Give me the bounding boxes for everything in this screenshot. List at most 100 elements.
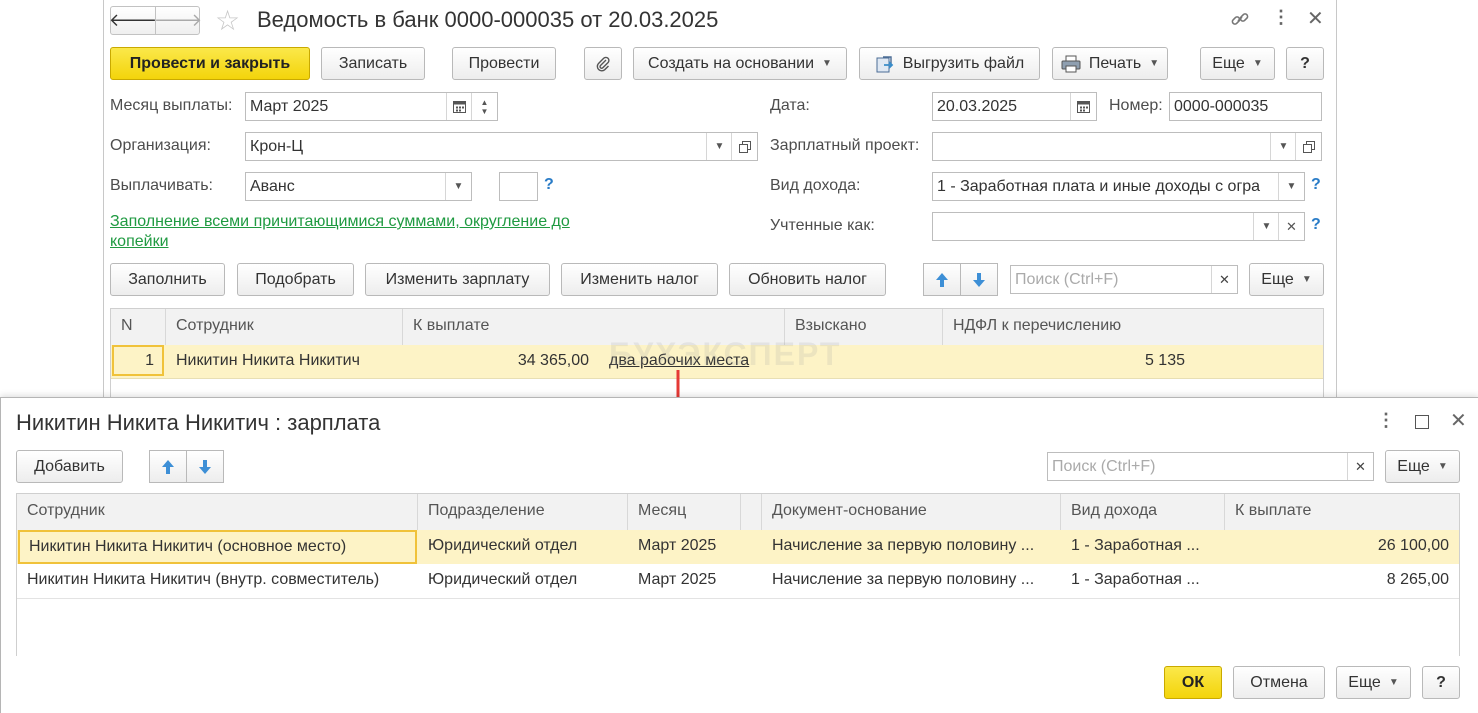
number-field[interactable]: 0000-000035 [1169, 92, 1322, 121]
table-more-button[interactable]: Еще ▼ [1249, 263, 1324, 296]
organization-field[interactable]: Крон-Ц ▼ [245, 132, 758, 161]
more-label: Еще [1348, 673, 1381, 691]
row-n-cell[interactable]: 1 [112, 345, 164, 376]
row-amount-cell[interactable]: 34 365,00 [403, 345, 599, 378]
add-button[interactable]: Добавить [16, 450, 123, 483]
move-up-button[interactable] [923, 263, 961, 296]
cancel-button[interactable]: Отмена [1233, 666, 1325, 699]
attachment-button[interactable] [584, 47, 622, 80]
date-value: 20.03.2025 [937, 98, 1018, 115]
dropdown-chevron-icon[interactable]: ▼ [1278, 173, 1304, 200]
help-button[interactable]: ? [1286, 47, 1324, 80]
table-row[interactable]: Никитин Никита Никитич (основное место) … [17, 530, 1459, 565]
dropdown-chevron-icon[interactable]: ▼ [706, 133, 732, 160]
open-form-icon[interactable] [731, 133, 757, 160]
more-vertical-icon[interactable]: ⋮ [1272, 7, 1290, 28]
change-tax-button[interactable]: Изменить налог [561, 263, 718, 296]
more-vertical-icon[interactable]: ⋮ [1377, 410, 1395, 431]
table-row[interactable]: Никитин Никита Никитич (внутр. совместит… [17, 564, 1459, 599]
export-file-label: Выгрузить файл [902, 54, 1025, 72]
percent-field[interactable] [499, 172, 538, 201]
col-base-doc-header[interactable]: Документ-основание [762, 494, 1061, 530]
clear-search-icon[interactable]: ✕ [1347, 453, 1373, 480]
row-month-cell[interactable]: Март 2025 [628, 564, 741, 598]
pay-field[interactable]: Аванс ▼ [245, 172, 472, 201]
dialog-more-button[interactable]: Еще ▼ [1385, 450, 1460, 483]
clear-icon[interactable]: ✕ [1278, 213, 1304, 240]
fill-all-amounts-link[interactable]: Заполнение всеми причитающимися суммами,… [110, 212, 610, 252]
forward-button[interactable]: 🡒 [154, 7, 202, 34]
open-form-icon[interactable] [1295, 133, 1321, 160]
help-icon[interactable]: ? [1311, 216, 1321, 234]
help-icon[interactable]: ? [544, 176, 554, 194]
more-button[interactable]: Еще ▼ [1200, 47, 1275, 80]
print-button[interactable]: Печать ▼ [1052, 47, 1168, 80]
close-icon[interactable]: ✕ [1450, 408, 1467, 433]
row-department-cell[interactable]: Юридический отдел [418, 564, 628, 598]
row-base-doc-cell[interactable]: Начисление за первую половину ... [762, 530, 1061, 564]
income-type-field[interactable]: 1 - Заработная плата и иные доходы с огр… [932, 172, 1305, 201]
salary-project-field[interactable]: ▼ [932, 132, 1322, 161]
row-employee-cell[interactable]: Никитин Никита Никитич (внутр. совместит… [17, 564, 418, 598]
save-button[interactable]: Записать [321, 47, 425, 80]
post-and-close-button[interactable]: Провести и закрыть [110, 47, 310, 80]
help-button[interactable]: ? [1422, 666, 1460, 699]
favorite-star-icon[interactable]: ☆ [215, 4, 240, 37]
calendar-icon[interactable] [1070, 93, 1096, 120]
back-button[interactable]: 🡐 [109, 7, 157, 34]
create-based-on-button[interactable]: Создать на основании ▼ [633, 47, 847, 80]
date-field[interactable]: 20.03.2025 [932, 92, 1097, 121]
accounted-as-label: Учтенные как: [770, 217, 875, 234]
row-department-cell[interactable]: Юридический отдел [418, 530, 628, 564]
col-employee-header[interactable]: Сотрудник [166, 309, 403, 345]
stepper-up-icon[interactable]: ▲ [481, 98, 489, 107]
link-icon[interactable] [1229, 8, 1251, 30]
month-stepper[interactable]: ▲ ▼ [471, 93, 497, 120]
print-label: Печать [1088, 54, 1142, 72]
col-blank-header[interactable] [741, 494, 762, 530]
col-amount-header[interactable]: К выплате [1225, 494, 1459, 530]
row-employee-cell[interactable]: Никитин Никита Никитич (основное место) [18, 530, 417, 564]
chevron-down-icon: ▼ [1149, 58, 1160, 69]
update-tax-button[interactable]: Обновить налог [729, 263, 886, 296]
dropdown-chevron-icon[interactable]: ▼ [1270, 133, 1296, 160]
accounted-as-field[interactable]: ▼ ✕ [932, 212, 1305, 241]
stepper-down-icon[interactable]: ▼ [481, 107, 489, 116]
col-n-header[interactable]: N [111, 309, 166, 345]
row-income-type-cell[interactable]: 1 - Заработная ... [1061, 564, 1225, 598]
move-down-button[interactable] [960, 263, 998, 296]
dialog-search-input[interactable]: Поиск (Ctrl+F) ✕ [1047, 452, 1374, 481]
pick-button[interactable]: Подобрать [237, 263, 354, 296]
row-base-doc-cell[interactable]: Начисление за первую половину ... [762, 564, 1061, 598]
col-department-header[interactable]: Подразделение [418, 494, 628, 530]
dropdown-chevron-icon[interactable]: ▼ [445, 173, 471, 200]
col-employee-header[interactable]: Сотрудник [17, 494, 418, 530]
help-icon[interactable]: ? [1311, 176, 1321, 194]
row-amount-cell[interactable]: 26 100,00 [1225, 530, 1459, 564]
dropdown-chevron-icon[interactable]: ▼ [1253, 213, 1279, 240]
col-income-type-header[interactable]: Вид дохода [1061, 494, 1225, 530]
col-month-header[interactable]: Месяц [628, 494, 741, 530]
move-up-button[interactable] [149, 450, 187, 483]
month-field[interactable]: Март 2025 ▲ ▼ [245, 92, 498, 121]
footer-more-button[interactable]: Еще ▼ [1336, 666, 1411, 699]
change-salary-button[interactable]: Изменить зарплату [365, 263, 550, 296]
chevron-down-icon: ▼ [1301, 274, 1312, 285]
row-income-type-cell[interactable]: 1 - Заработная ... [1061, 530, 1225, 564]
row-month-cell[interactable]: Март 2025 [628, 530, 741, 564]
row-employee-cell[interactable]: Никитин Никита Никитич [166, 345, 403, 378]
close-icon[interactable]: ✕ [1307, 6, 1324, 31]
fill-button[interactable]: Заполнить [110, 263, 225, 296]
row-ndfl-cell[interactable]: 5 135 [943, 345, 1195, 378]
export-file-button[interactable]: Выгрузить файл [859, 47, 1040, 80]
row-amount-cell[interactable]: 8 265,00 [1225, 564, 1459, 598]
create-based-on-label: Создать на основании [648, 54, 815, 72]
search-input[interactable]: Поиск (Ctrl+F) ✕ [1010, 265, 1238, 294]
col-ndfl-header[interactable]: НДФЛ к перечислению [943, 309, 1323, 345]
clear-search-icon[interactable]: ✕ [1211, 266, 1237, 293]
maximize-icon[interactable] [1415, 415, 1429, 429]
move-down-button[interactable] [186, 450, 224, 483]
post-button[interactable]: Провести [452, 47, 556, 80]
calendar-icon[interactable] [446, 93, 472, 120]
ok-button[interactable]: ОК [1164, 666, 1222, 699]
